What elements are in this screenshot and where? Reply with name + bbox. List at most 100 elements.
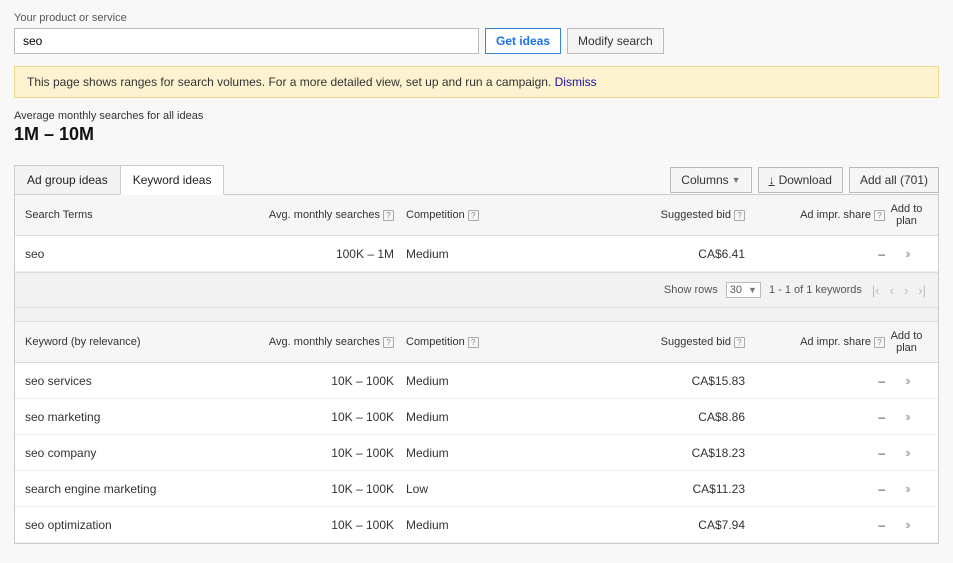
page-next-icon[interactable]: › (902, 283, 910, 298)
cell-bid: CA$6.41 (570, 247, 745, 261)
right-controls: Columns ▼ ↓ Download Add all (701) (670, 167, 939, 193)
columns-label: Columns (681, 173, 728, 187)
add-all-button[interactable]: Add all (701) (849, 167, 939, 193)
tab-keyword-ideas[interactable]: Keyword ideas (120, 165, 225, 195)
show-rows-label: Show rows (664, 284, 718, 296)
help-icon[interactable]: ? (874, 337, 885, 348)
cell-avg: 10K – 100K (255, 446, 400, 460)
cell-term: seo services (25, 374, 255, 388)
cell-bid: CA$18.23 (570, 446, 745, 460)
col-competition[interactable]: Competition? (400, 209, 570, 221)
col-avg[interactable]: Avg. monthly searches? (255, 336, 400, 348)
cell-share: – (745, 374, 885, 388)
cell-competition: Medium (400, 518, 570, 532)
search-row: Get ideas Modify search (14, 28, 939, 54)
dismiss-link[interactable]: Dismiss (555, 75, 597, 89)
table-row: seo company10K – 100KMediumCA$18.23– ›› (15, 435, 938, 471)
search-terms-header: Search Terms Avg. monthly searches? Comp… (15, 195, 938, 236)
cell-bid: CA$11.23 (570, 482, 745, 496)
search-terms-panel: Search Terms Avg. monthly searches? Comp… (14, 194, 939, 309)
cell-term: seo company (25, 446, 255, 460)
table-row: seo marketing10K – 100KMediumCA$8.86– ›› (15, 399, 938, 435)
page-prev-icon[interactable]: ‹ (888, 283, 896, 298)
add-to-plan-button[interactable]: ›› (885, 373, 928, 388)
table-row: seo services10K – 100KMediumCA$15.83– ›› (15, 363, 938, 399)
cell-bid: CA$7.94 (570, 518, 745, 532)
cell-bid: CA$8.86 (570, 410, 745, 424)
cell-competition: Medium (400, 374, 570, 388)
cell-share: – (745, 518, 885, 532)
cell-share: – (745, 247, 885, 261)
col-add: Add to plan (885, 330, 928, 354)
col-keyword[interactable]: Keyword (by relevance) (25, 336, 255, 348)
cell-competition: Low (400, 482, 570, 496)
cell-share: – (745, 410, 885, 424)
add-to-plan-button[interactable]: ›› (885, 445, 928, 460)
add-to-plan-button[interactable]: ›› (885, 246, 928, 261)
chevron-right-icon: ›› (905, 246, 908, 261)
caret-down-icon: ▼ (732, 175, 741, 185)
summary-label: Average monthly searches for all ideas (14, 110, 939, 122)
rows-select[interactable]: 30 ▼ (726, 282, 761, 298)
table-row: seo100K – 1MMediumCA$6.41– ›› (15, 236, 938, 272)
help-icon[interactable]: ? (383, 210, 394, 221)
cell-avg: 10K – 100K (255, 410, 400, 424)
info-banner: This page shows ranges for search volume… (14, 66, 939, 98)
modify-search-button[interactable]: Modify search (567, 28, 664, 54)
cell-avg: 10K – 100K (255, 518, 400, 532)
cell-competition: Medium (400, 410, 570, 424)
add-to-plan-button[interactable]: ›› (885, 517, 928, 532)
table-row: seo optimization10K – 100KMediumCA$7.94–… (15, 507, 938, 543)
download-icon: ↓ (769, 173, 775, 187)
download-button[interactable]: ↓ Download (758, 167, 843, 193)
get-ideas-button[interactable]: Get ideas (485, 28, 561, 54)
help-icon[interactable]: ? (874, 210, 885, 221)
search-label: Your product or service (14, 12, 939, 24)
caret-down-icon: ▼ (748, 285, 757, 295)
chevron-right-icon: ›› (905, 445, 908, 460)
col-bid[interactable]: Suggested bid? (570, 336, 745, 348)
columns-button[interactable]: Columns ▼ (670, 167, 751, 193)
download-label: Download (779, 173, 832, 187)
cell-term: seo (25, 247, 255, 261)
keyword-header: Keyword (by relevance) Avg. monthly sear… (15, 321, 938, 363)
cell-term: seo optimization (25, 518, 255, 532)
table-row: search engine marketing10K – 100KLowCA$1… (15, 471, 938, 507)
add-to-plan-button[interactable]: ›› (885, 409, 928, 424)
page-first-icon[interactable]: |‹ (870, 283, 882, 298)
pagination-range: 1 - 1 of 1 keywords (769, 284, 862, 296)
cell-competition: Medium (400, 446, 570, 460)
cell-term: seo marketing (25, 410, 255, 424)
chevron-right-icon: ›› (905, 517, 908, 532)
col-search-terms[interactable]: Search Terms (25, 209, 255, 221)
tabs: Ad group ideas Keyword ideas (14, 165, 224, 195)
add-to-plan-button[interactable]: ›› (885, 481, 928, 496)
cell-competition: Medium (400, 247, 570, 261)
col-bid[interactable]: Suggested bid? (570, 209, 745, 221)
col-share[interactable]: Ad impr. share? (745, 336, 885, 348)
help-icon[interactable]: ? (734, 210, 745, 221)
cell-bid: CA$15.83 (570, 374, 745, 388)
tab-adgroup-ideas[interactable]: Ad group ideas (14, 165, 121, 195)
help-icon[interactable]: ? (468, 210, 479, 221)
cell-avg: 10K – 100K (255, 482, 400, 496)
cell-avg: 10K – 100K (255, 374, 400, 388)
cell-share: – (745, 446, 885, 460)
banner-text: This page shows ranges for search volume… (27, 75, 555, 89)
cell-term: search engine marketing (25, 482, 255, 496)
chevron-right-icon: ›› (905, 373, 908, 388)
col-avg[interactable]: Avg. monthly searches? (255, 209, 400, 221)
chevron-right-icon: ›› (905, 481, 908, 496)
col-share[interactable]: Ad impr. share? (745, 209, 885, 221)
keyword-ideas-panel: Keyword (by relevance) Avg. monthly sear… (14, 321, 939, 544)
search-input[interactable] (14, 28, 479, 54)
pagination-row: Show rows 30 ▼ 1 - 1 of 1 keywords |‹ ‹ … (15, 272, 938, 308)
help-icon[interactable]: ? (734, 337, 745, 348)
page-last-icon[interactable]: ›| (916, 283, 928, 298)
col-add: Add to plan (885, 203, 928, 227)
help-icon[interactable]: ? (468, 337, 479, 348)
cell-avg: 100K – 1M (255, 247, 400, 261)
chevron-right-icon: ›› (905, 409, 908, 424)
help-icon[interactable]: ? (383, 337, 394, 348)
col-competition[interactable]: Competition? (400, 336, 570, 348)
